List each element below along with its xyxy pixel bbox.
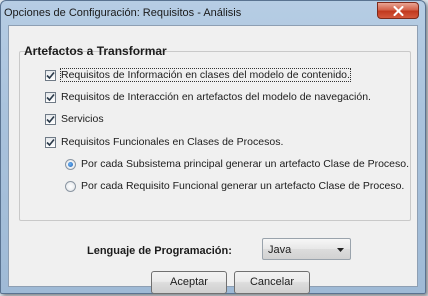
checkbox-box[interactable] <box>45 136 56 148</box>
radio-label: Por cada Requisito Funcional generar un … <box>81 180 405 192</box>
checkbox-requisitos-interaccion[interactable]: Requisitos de Interacción en artefactos … <box>45 89 371 105</box>
checkbox-label: Requisitos de Información en clases del … <box>60 68 351 82</box>
title-bar[interactable]: Opciones de Configuración: Requisitos - … <box>1 1 425 25</box>
radio-button[interactable] <box>65 158 76 170</box>
checkmark-icon <box>46 93 55 101</box>
checkbox-requisitos-funcionales[interactable]: Requisitos Funcionales en Clases de Proc… <box>45 134 283 150</box>
checkbox-servicios[interactable]: Servicios <box>45 111 104 127</box>
radio-por-subsistema[interactable]: Por cada Subsistema principal generar un… <box>65 156 409 172</box>
accept-button[interactable]: Aceptar <box>151 271 227 294</box>
language-select[interactable]: Java <box>262 238 351 260</box>
close-button[interactable] <box>377 2 419 19</box>
checkbox-label: Servicios <box>61 113 104 125</box>
checkmark-icon <box>46 138 55 146</box>
checkbox-box[interactable] <box>45 91 56 103</box>
radio-button[interactable] <box>65 180 76 192</box>
checkbox-label: Requisitos Funcionales en Clases de Proc… <box>61 136 284 148</box>
checkbox-requisitos-informacion[interactable]: Requisitos de Información en clases del … <box>45 67 351 83</box>
checkbox-box[interactable] <box>45 69 56 81</box>
dialog-body: Artefactos a Transformar Requisitos de I… <box>8 25 418 294</box>
dialog-window: Opciones de Configuración: Requisitos - … <box>0 0 426 294</box>
checkbox-box[interactable] <box>45 113 56 125</box>
window-title: Opciones de Configuración: Requisitos - … <box>4 7 242 19</box>
radio-selected-dot <box>68 161 73 167</box>
checkbox-label: Requisitos de Interacción en artefactos … <box>61 91 371 103</box>
language-label: Lenguaje de Programación: <box>87 245 232 257</box>
language-select-value: Java <box>268 244 292 256</box>
chevron-down-icon <box>337 248 344 252</box>
radio-label: Por cada Subsistema principal generar un… <box>81 158 410 170</box>
group-title: Artefactos a Transformar <box>24 44 167 58</box>
checkmark-icon <box>46 115 55 123</box>
close-icon <box>393 6 404 16</box>
radio-por-requisito[interactable]: Por cada Requisito Funcional generar un … <box>65 178 404 194</box>
cancel-button[interactable]: Cancelar <box>234 271 310 294</box>
checkmark-icon <box>46 71 55 79</box>
